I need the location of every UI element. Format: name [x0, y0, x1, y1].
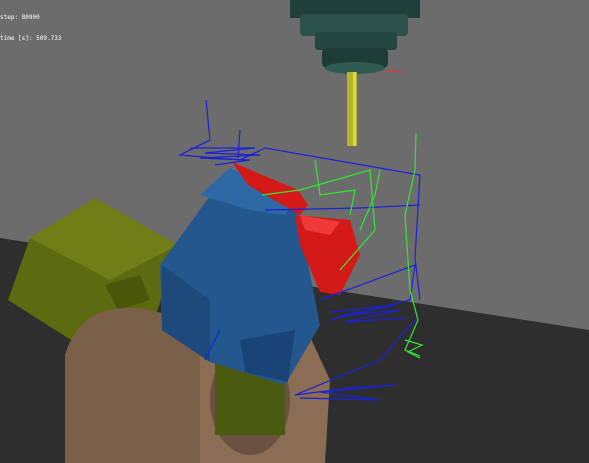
time-readout: time [s]: 509.733: [0, 35, 62, 42]
simulation-viewport[interactable]: [0, 0, 589, 463]
sim-status-overlay: step: 80900 time [s]: 509.733: [0, 0, 61, 49]
step-counter: step: 80900: [0, 14, 40, 21]
cutting-tool-highlight: [353, 72, 356, 146]
